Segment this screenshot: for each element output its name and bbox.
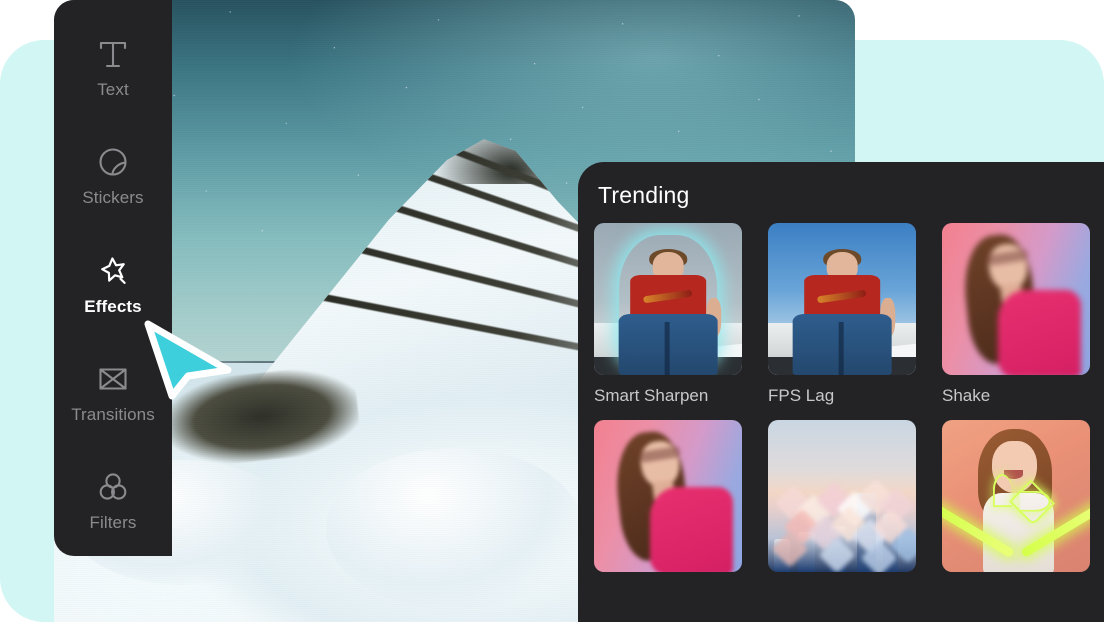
tools-sidebar: Text Stickers Effects Transitions Filter… [54,0,172,556]
effects-panel: Trending Smart Sharpen FPS Lag Shake [578,162,1104,622]
effects-grid: Smart Sharpen FPS Lag Shake [578,209,1104,583]
effect-card[interactable] [594,420,742,583]
sidebar-item-label: Stickers [82,188,144,208]
effect-label: Shake [942,386,991,405]
app-screenshot: Text Stickers Effects Transitions Filter… [0,0,1104,622]
sidebar-item-effects[interactable]: Effects [54,231,172,339]
sidebar-item-stickers[interactable]: Stickers [54,122,172,230]
sidebar-item-label: Filters [89,513,137,533]
effect-thumbnail[interactable] [594,420,742,572]
text-icon [96,37,130,71]
bowtie-icon [96,362,130,396]
sidebar-item-label: Transitions [71,404,155,424]
effect-label: Smart Sharpen [594,386,709,405]
effect-card[interactable] [942,420,1090,583]
sidebar-item-transitions[interactable]: Transitions [54,339,172,447]
sidebar-item-text[interactable]: Text [54,14,172,122]
effect-thumbnail[interactable] [942,420,1090,572]
panel-title: Trending [598,182,690,208]
effect-thumbnail[interactable] [768,420,916,572]
sidebar-item-label: Effects [84,296,142,316]
snow-drift [326,447,583,610]
effect-thumbnail[interactable] [768,223,916,375]
effect-card[interactable]: Shake [942,223,1090,406]
sticker-icon [96,145,130,179]
sidebar-item-label: Text [97,79,129,99]
effect-card[interactable]: Smart Sharpen [594,223,742,406]
effect-label: FPS Lag [768,386,835,405]
sidebar-item-filters[interactable]: Filters [54,448,172,556]
effect-thumbnail[interactable] [942,223,1090,375]
effect-card[interactable]: FPS Lag [768,223,916,406]
effect-card[interactable] [768,420,916,583]
effect-thumbnail[interactable] [594,223,742,375]
sparkle-star-icon [96,254,130,288]
three-circles-icon [96,470,130,504]
